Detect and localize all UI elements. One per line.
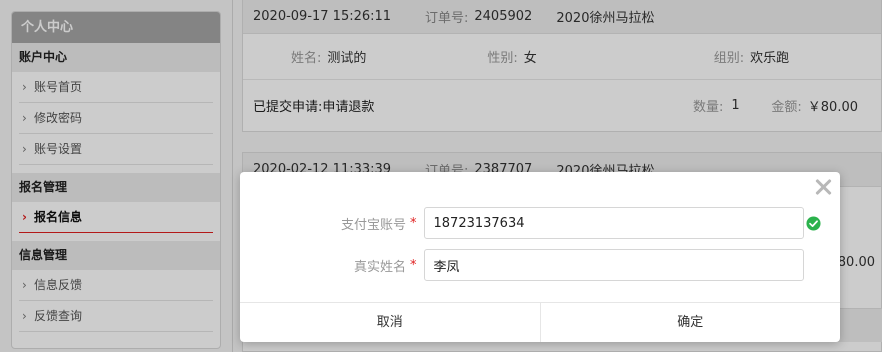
required-mark: * <box>410 215 417 231</box>
dialog-button-bar: 取消 确定 <box>240 302 840 342</box>
alipay-account-label: 支付宝账号 <box>340 217 406 233</box>
real-name-label: 真实姓名 <box>353 259 406 275</box>
check-circle-icon <box>805 215 821 231</box>
required-mark: * <box>410 257 417 273</box>
alipay-account-row: 支付宝账号 * <box>240 206 840 240</box>
cancel-button[interactable]: 取消 <box>240 303 540 342</box>
confirm-button[interactable]: 确定 <box>539 303 841 342</box>
real-name-input[interactable] <box>423 249 804 281</box>
refund-account-dialog: 支付宝账号 * 真实姓名 * 取消 确定 <box>240 172 840 342</box>
real-name-row: 真实姓名 * <box>240 248 840 282</box>
close-icon[interactable] <box>812 176 834 198</box>
alipay-account-input[interactable] <box>423 207 804 239</box>
